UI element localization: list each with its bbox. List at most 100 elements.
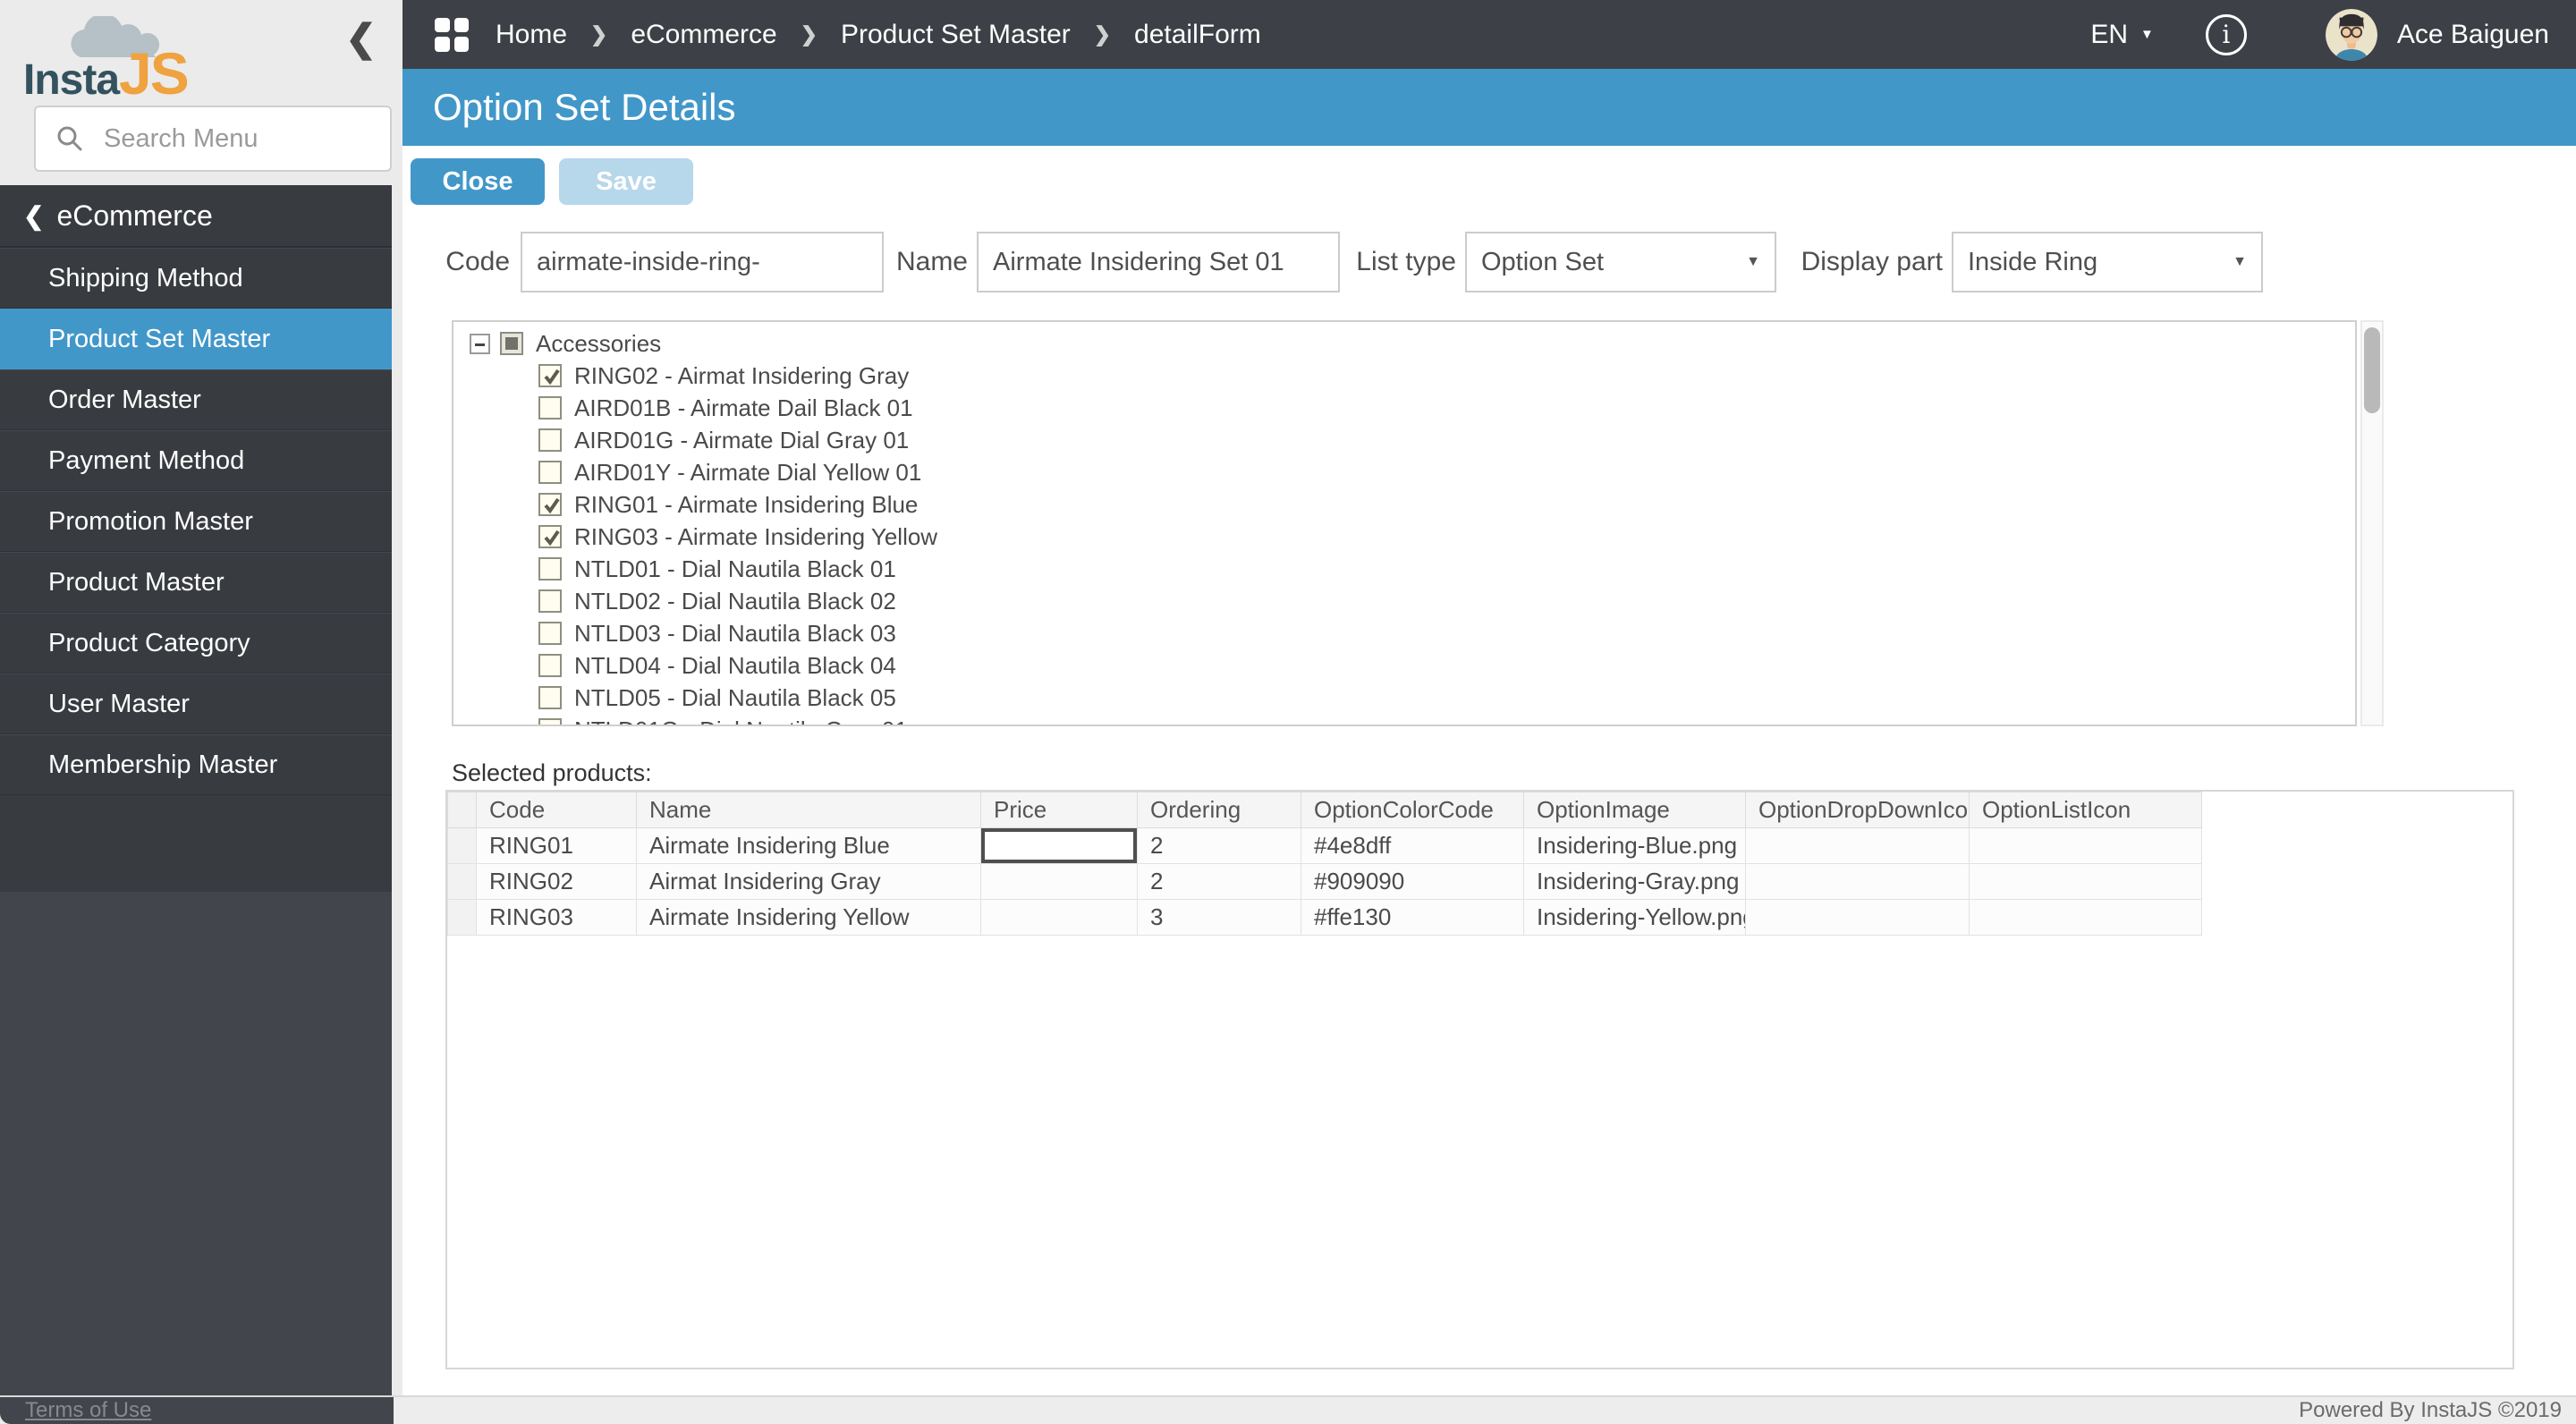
tree-root-row[interactable]: Accessories [470, 327, 2355, 360]
table-cell[interactable]: Insidering-Gray.png [1523, 863, 1746, 900]
sidebar-item-product-category[interactable]: Product Category [0, 613, 392, 674]
checkbox-unchecked-icon[interactable] [538, 654, 562, 677]
checkbox-unchecked-icon[interactable] [538, 718, 562, 725]
column-header-optionimage[interactable]: OptionImage [1523, 792, 1746, 828]
tree-item[interactable]: RING03 - Airmate Insidering Yellow [470, 521, 2355, 553]
checkbox-indeterminate-icon[interactable] [500, 332, 523, 355]
sidebar-section-ecommerce[interactable]: ❮ eCommerce [0, 185, 392, 248]
table-cell[interactable]: #ffe130 [1301, 899, 1524, 936]
list-type-select[interactable]: Option Set ▼ [1465, 232, 1776, 292]
tree-item[interactable]: NTLD01G - Dial Nautila Gray 01 [470, 714, 2355, 725]
table-cell[interactable]: 2 [1137, 863, 1301, 900]
checkbox-unchecked-icon[interactable] [538, 461, 562, 484]
name-field[interactable]: Airmate Insidering Set 01 [977, 232, 1340, 292]
column-header-price[interactable]: Price [980, 792, 1138, 828]
table-cell[interactable] [980, 827, 1138, 864]
column-header-optiondropdownicon[interactable]: OptionDropDownIcon [1745, 792, 1970, 828]
tree-item[interactable]: RING01 - Airmate Insidering Blue [470, 488, 2355, 521]
display-part-select[interactable]: Inside Ring ▼ [1952, 232, 2263, 292]
table-cell[interactable] [980, 899, 1138, 936]
tree-item[interactable]: NTLD03 - Dial Nautila Black 03 [470, 617, 2355, 649]
close-button[interactable]: Close [411, 158, 545, 205]
avatar[interactable] [2325, 8, 2377, 61]
checkbox-unchecked-icon[interactable] [538, 622, 562, 645]
breadcrumb-item-home[interactable]: Home [496, 20, 567, 50]
column-header-optioncolorcode[interactable]: OptionColorCode [1301, 792, 1524, 828]
table-cell[interactable] [1745, 827, 1970, 864]
table-cell[interactable]: #909090 [1301, 863, 1524, 900]
tree-scrollbar-thumb[interactable] [2364, 327, 2380, 413]
selected-products-grid: Code Name Price Ordering OptionColorCode Opti… [445, 790, 2514, 1369]
name-label: Name [895, 247, 968, 276]
sidebar-collapse-icon[interactable]: ❮ [345, 16, 377, 60]
search-input[interactable]: Search Menu [34, 106, 392, 172]
table-cell[interactable] [1969, 863, 2202, 900]
tree-item[interactable]: NTLD05 - Dial Nautila Black 05 [470, 682, 2355, 714]
row-selector-cell[interactable] [447, 899, 477, 936]
table-cell[interactable]: RING03 [476, 899, 637, 936]
table-cell[interactable]: Insidering-Blue.png [1523, 827, 1746, 864]
table-cell[interactable]: Airmate Insidering Blue [636, 827, 981, 864]
table-cell[interactable] [1969, 827, 2202, 864]
sidebar-item-order-master[interactable]: Order Master [0, 369, 392, 430]
user-name: Ace Baiguen [2396, 19, 2549, 49]
terms-of-use-link[interactable]: Terms of Use [25, 1398, 151, 1423]
chevron-down-icon[interactable]: ▼ [2140, 27, 2154, 42]
language-selector[interactable]: EN [2090, 20, 2128, 50]
checkbox-unchecked-icon[interactable] [538, 589, 562, 613]
table-cell[interactable]: Airmate Insidering Yellow [636, 899, 981, 936]
tree-scrollbar[interactable] [2360, 320, 2384, 726]
sidebar-item-product-master[interactable]: Product Master [0, 552, 392, 613]
collapse-node-icon[interactable] [470, 333, 490, 354]
sidebar-item-product-set-master[interactable]: Product Set Master [0, 309, 392, 369]
chevron-right-icon: ❯ [590, 22, 608, 46]
table-cell[interactable]: 2 [1137, 827, 1301, 864]
row-selector-cell[interactable] [447, 863, 477, 900]
checkbox-unchecked-icon[interactable] [538, 686, 562, 709]
column-header-name[interactable]: Name [636, 792, 981, 828]
checkbox-unchecked-icon[interactable] [538, 396, 562, 420]
breadcrumb-item-product-set-master[interactable]: Product Set Master [841, 20, 1071, 50]
checkbox-unchecked-icon[interactable] [538, 557, 562, 581]
apps-grid-icon[interactable] [435, 17, 469, 52]
tree-item[interactable]: NTLD01 - Dial Nautila Black 01 [470, 553, 2355, 585]
breadcrumb-item-detailform[interactable]: detailForm [1134, 20, 1261, 50]
table-cell[interactable]: #4e8dff [1301, 827, 1524, 864]
table-cell[interactable]: 3 [1137, 899, 1301, 936]
table-cell[interactable]: RING02 [476, 863, 637, 900]
tree-item-label: AIRD01G - Airmate Dial Gray 01 [574, 426, 910, 453]
table-cell[interactable]: Airmat Insidering Gray [636, 863, 981, 900]
table-row: RING03 Airmate Insidering Yellow 3 #ffe130 I… [447, 899, 2202, 936]
column-header-ordering[interactable]: Ordering [1137, 792, 1301, 828]
row-selector-header [447, 792, 477, 828]
table-cell[interactable]: Insidering-Yellow.png [1523, 899, 1746, 936]
table-cell[interactable] [1745, 863, 1970, 900]
row-selector-cell[interactable] [447, 827, 477, 864]
tree-item-label: NTLD04 - Dial Nautila Black 04 [574, 651, 896, 679]
sidebar-item-user-master[interactable]: User Master [0, 674, 392, 734]
tree-item[interactable]: NTLD02 - Dial Nautila Black 02 [470, 585, 2355, 617]
sidebar-item-payment-method[interactable]: Payment Method [0, 430, 392, 491]
breadcrumb-item-ecommerce[interactable]: eCommerce [631, 20, 776, 50]
sidebar-item-promotion-master[interactable]: Promotion Master [0, 491, 392, 552]
checkbox-unchecked-icon[interactable] [538, 428, 562, 452]
column-header-optionlisticon[interactable]: OptionListIcon [1969, 792, 2202, 828]
checkbox-checked-icon[interactable] [538, 493, 562, 516]
tree-item[interactable]: RING02 - Airmat Insidering Gray [470, 360, 2355, 392]
info-icon[interactable]: i [2205, 13, 2247, 55]
table-cell[interactable] [1745, 899, 1970, 936]
table-cell[interactable]: RING01 [476, 827, 637, 864]
save-button[interactable]: Save [559, 158, 693, 205]
sidebar-item-membership-master[interactable]: Membership Master [0, 734, 392, 795]
checkbox-checked-icon[interactable] [538, 364, 562, 387]
checkbox-checked-icon[interactable] [538, 525, 562, 548]
table-cell[interactable] [1969, 899, 2202, 936]
sidebar-item-shipping-method[interactable]: Shipping Method [0, 248, 392, 309]
tree-item[interactable]: AIRD01B - Airmate Dail Black 01 [470, 392, 2355, 424]
tree-item[interactable]: NTLD04 - Dial Nautila Black 04 [470, 649, 2355, 682]
tree-item[interactable]: AIRD01Y - Airmate Dial Yellow 01 [470, 456, 2355, 488]
logo-js-text: JS [119, 40, 190, 106]
tree-item[interactable]: AIRD01G - Airmate Dial Gray 01 [470, 424, 2355, 456]
column-header-code[interactable]: Code [476, 792, 637, 828]
table-cell[interactable] [980, 863, 1138, 900]
